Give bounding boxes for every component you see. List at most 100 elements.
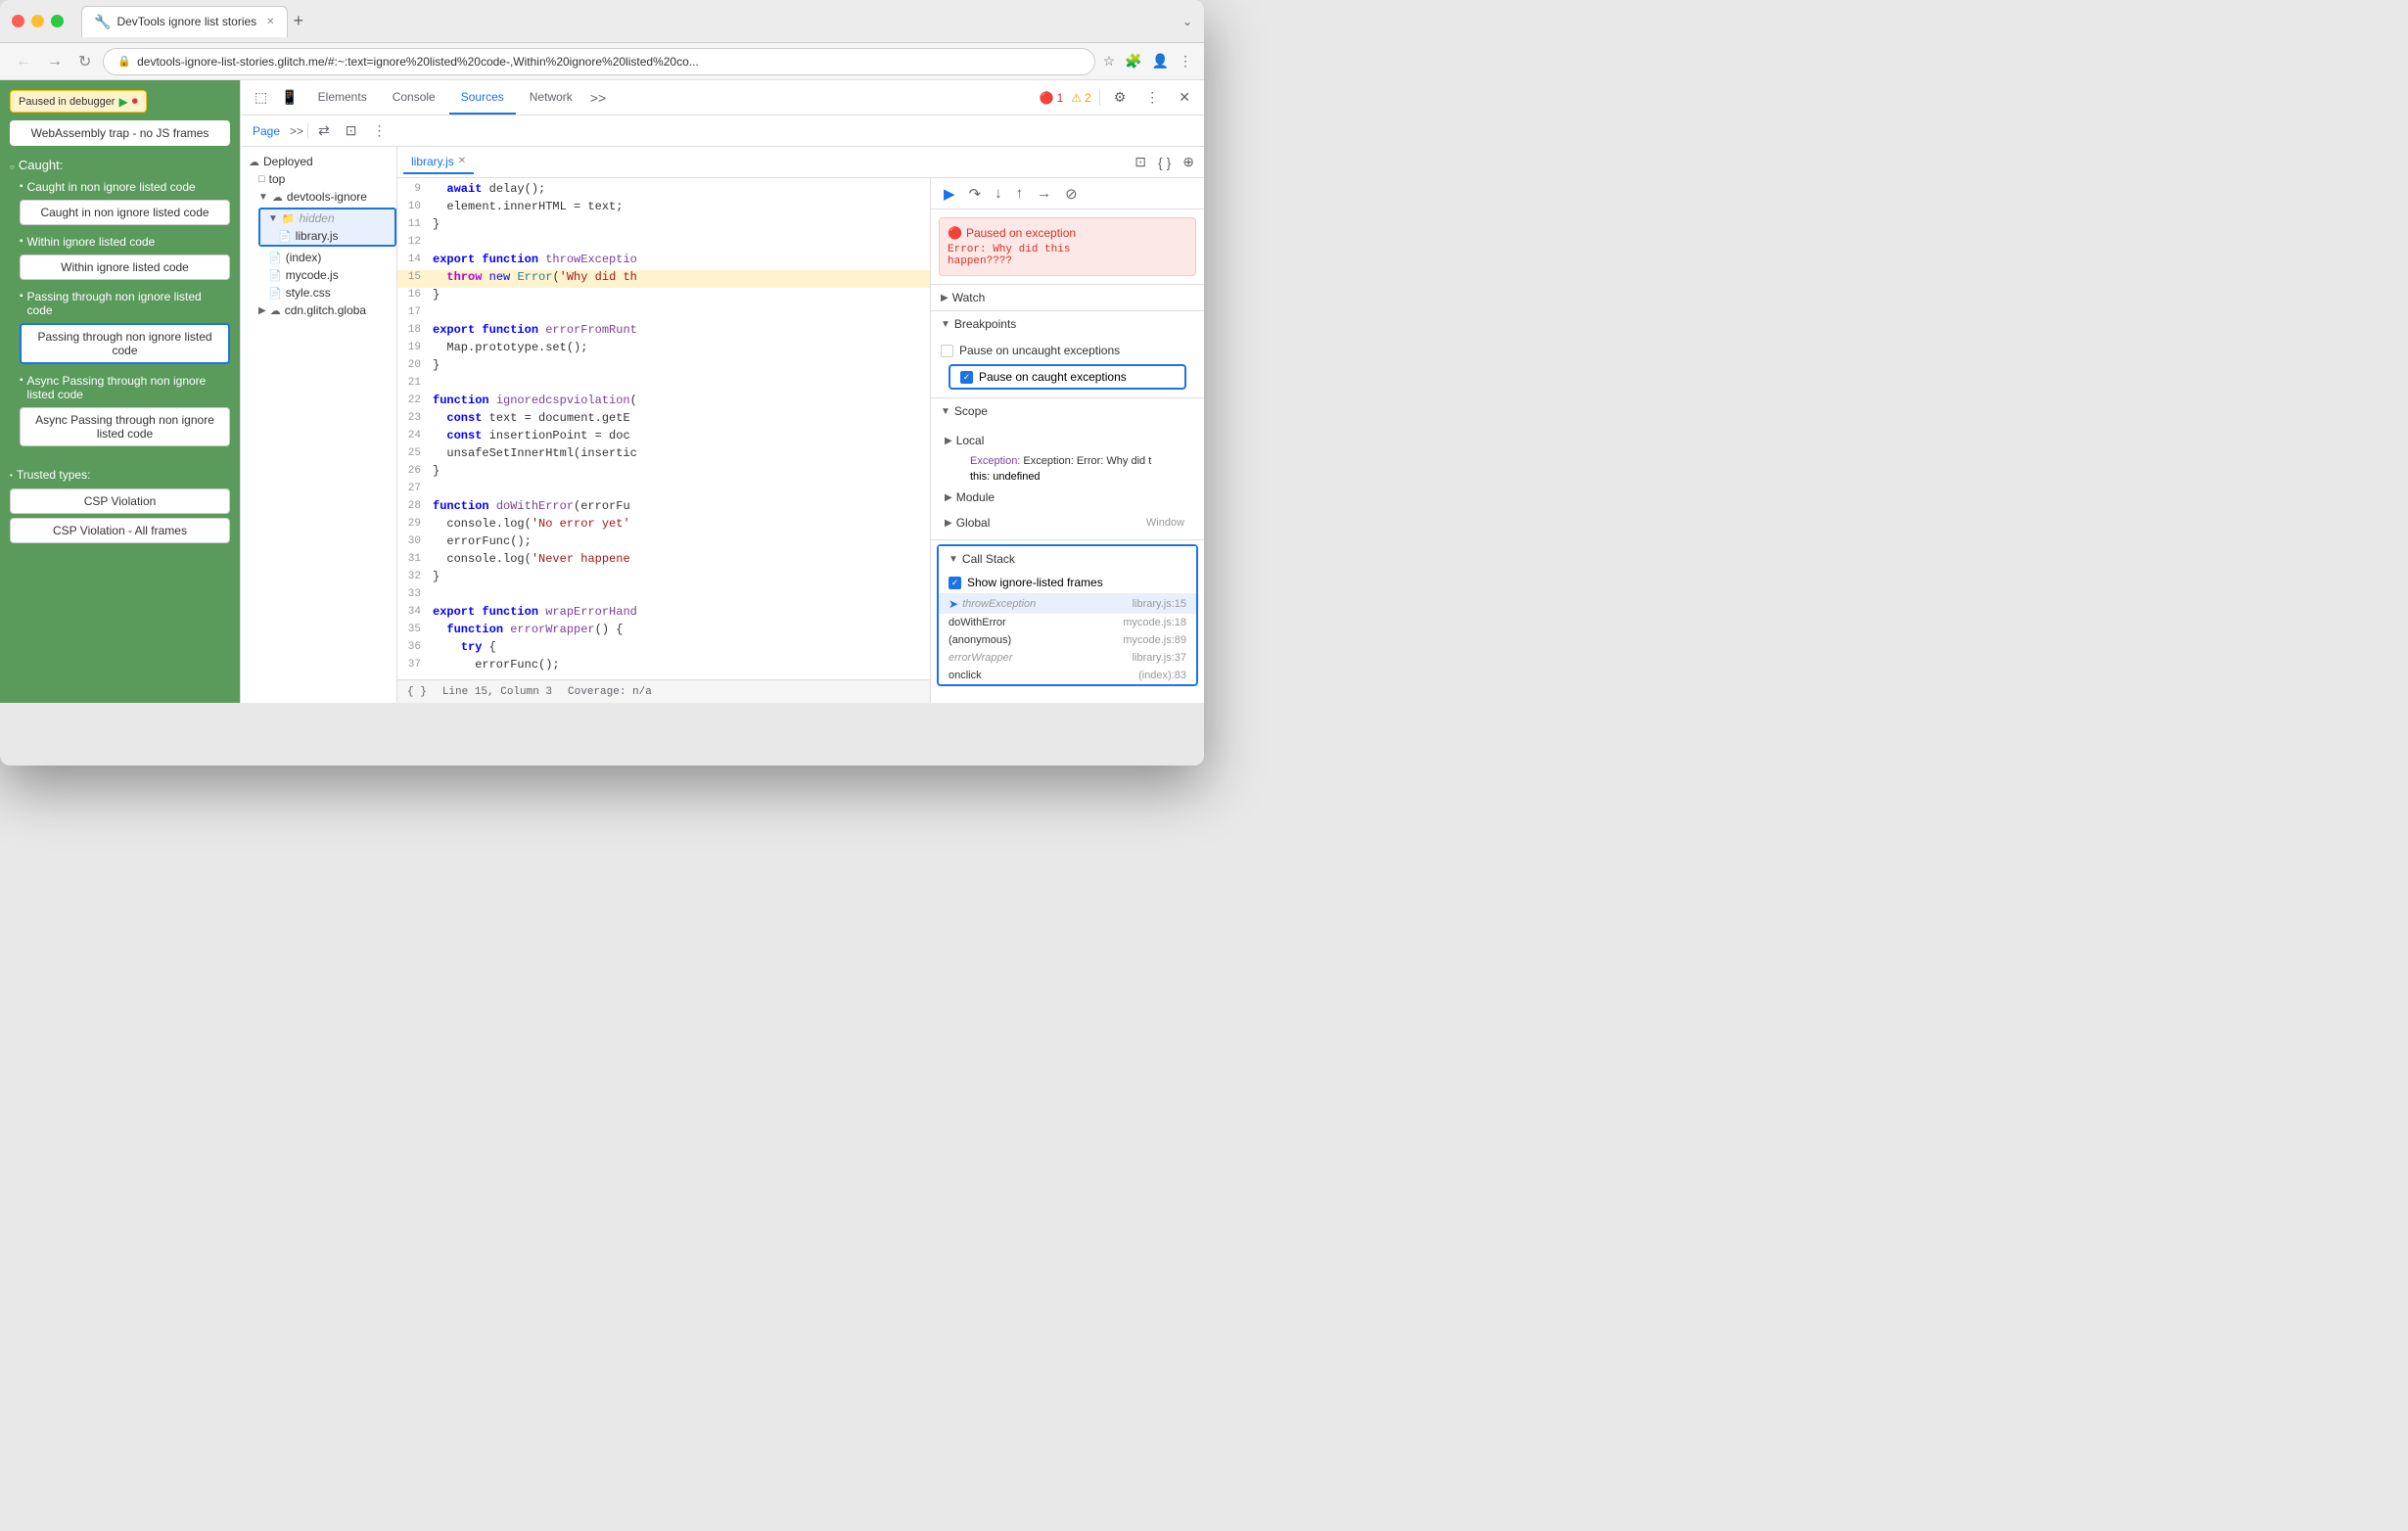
watch-header[interactable]: ▶ Watch [931,285,1204,310]
file-tree-devtools[interactable]: ▼ ☁ devtools-ignore [241,188,396,206]
page-nav-btn[interactable]: Page [247,121,286,141]
code-line-24: 24 const insertionPoint = doc [397,429,930,446]
back-button[interactable]: ← [12,51,35,72]
step-over-btn[interactable]: ↷ [964,182,987,206]
browser-tab[interactable]: 🔧 DevTools ignore list stories ✕ [81,6,288,37]
forward-button[interactable]: → [43,51,67,72]
device-toolbar-btn[interactable]: 📱 [275,85,303,110]
minimize-button[interactable] [31,15,44,27]
scope-header[interactable]: ▼ Scope [931,398,1204,424]
file-tab-close-icon[interactable]: ✕ [458,156,466,166]
code-line-12: 12 [397,235,930,253]
breakpoints-expand-icon: ▼ [941,319,950,330]
code-line-14: 14 export function throwExceptio [397,253,930,270]
format-btn[interactable]: { } [1154,153,1175,172]
settings-btn[interactable]: ⚙ [1108,85,1133,110]
scope-content: ▶ Local Exception: Exception: Error: Why… [931,424,1204,539]
tab-elements[interactable]: Elements [306,80,379,115]
folder-icon-top: □ [258,173,265,185]
sources-settings-btn[interactable]: ⊕ [1179,152,1198,172]
pause-caught-checkbox[interactable]: ✓ [960,371,973,384]
module-scope-header[interactable]: ▶ Module [941,485,1194,510]
file-tree-top[interactable]: □ top [241,170,396,188]
extensions-icon[interactable]: 🧩 [1125,53,1141,70]
step-btn[interactable]: → [1032,182,1056,205]
callstack-header[interactable]: ▼ Call Stack [939,546,1196,572]
trusted-btn-2[interactable]: CSP Violation - All frames [10,518,230,543]
global-value: Window [1146,517,1184,529]
panel-layout-btn[interactable]: ⊡ [340,119,363,142]
main-content: Paused in debugger ▶ ⏺ WebAssembly trap … [0,80,1204,703]
file-tree-mycode[interactable]: 📄 mycode.js [241,266,396,284]
caught-btn-1[interactable]: Caught in non ignore listed code [20,200,230,225]
tab-bar: 🔧 DevTools ignore list stories ✕ + ⌄ [81,6,1192,37]
file-tree-library[interactable]: 📄 library.js [260,227,394,245]
show-ignored-checkbox[interactable]: ✓ [949,577,961,589]
exception-val: Exception: Error: Why did t [1023,455,1151,467]
profile-icon[interactable]: 👤 [1152,53,1169,70]
maximize-button[interactable] [51,15,64,27]
breakpoints-header[interactable]: ▼ Breakpoints [931,311,1204,337]
show-ignored-label: Show ignore-listed frames [967,576,1103,589]
code-lines: 9 await delay(); 10 element.innerHTML = … [397,178,930,679]
traffic-lights [12,15,64,27]
file-tree-index[interactable]: 📄 (index) [241,249,396,266]
left-panel: Paused in debugger ▶ ⏺ WebAssembly trap … [0,80,240,703]
tab-favicon: 🔧 [94,14,111,30]
tab-chevron-icon[interactable]: ⌄ [1182,15,1192,28]
frame-name-3: errorWrapper [949,652,1012,664]
record-icon[interactable]: ⏺ [132,94,138,109]
new-tab-button[interactable]: + [294,11,304,31]
code-line-20: 20 } [397,358,930,376]
toggle-sidebar-btn[interactable]: ⊡ [1131,152,1150,172]
trusted-btn-1[interactable]: CSP Violation [10,488,230,514]
close-button[interactable] [12,15,24,27]
more-options-btn[interactable]: ⋮ [1139,85,1165,110]
bookmark-icon[interactable]: ☆ [1103,53,1116,70]
sources-inner: ☁ Deployed □ top ▼ ☁ devtools-ignore [241,147,1204,703]
step-into-btn[interactable]: ↓ [990,182,1007,205]
panel-nav-more[interactable]: >> [290,124,303,138]
global-scope-header[interactable]: ▶ Global Window [941,510,1194,535]
callstack-frame-4[interactable]: onclick (index):83 [939,667,1196,684]
callstack-frame-3[interactable]: errorWrapper library.js:37 [939,649,1196,667]
file-tree-cdn[interactable]: ▶ ☁ cdn.glitch.globa [241,302,396,319]
sync-btn[interactable]: ⇄ [312,119,336,142]
code-line-19: 19 Map.prototype.set(); [397,341,930,358]
frame-location-4: (index):83 [1138,670,1186,681]
caught-btn-2[interactable]: Within ignore listed code [20,255,230,280]
format-btn-footer[interactable]: { } [407,686,427,698]
more-tabs-icon[interactable]: >> [590,90,606,106]
caught-btn-4[interactable]: Async Passing through non ignore listed … [20,407,230,446]
step-out-btn[interactable]: ↑ [1011,182,1029,205]
menu-icon[interactable]: ⋮ [1179,53,1192,70]
local-scope-header[interactable]: ▶ Local [941,428,1194,453]
close-devtools-btn[interactable]: ✕ [1173,85,1196,110]
callstack-frame-2[interactable]: (anonymous) mycode.js:89 [939,631,1196,649]
reload-button[interactable]: ↻ [74,50,95,73]
tab-sources[interactable]: Sources [449,80,516,115]
tab-console[interactable]: Console [381,80,447,115]
file-tab-library[interactable]: library.js ✕ [403,151,474,174]
warn-count: 2 [1085,91,1091,105]
deactivate-btn[interactable]: ⊘ [1060,182,1083,206]
callstack-frame-1[interactable]: doWithError mycode.js:18 [939,614,1196,631]
callstack-frame-0[interactable]: ➤ throwException library.js:15 [939,594,1196,614]
file-tree-hidden[interactable]: ▼ 📁 hidden [260,209,394,227]
tab-network[interactable]: Network [518,80,584,115]
resume-btn[interactable]: ▶ [939,182,960,206]
add-source-btn[interactable]: ⋮ [367,119,393,142]
expand-icon-2: ▼ [268,213,278,224]
caught-btn-3[interactable]: Passing through non ignore listed code [20,323,230,364]
file-tree-deployed[interactable]: ☁ Deployed [241,153,396,170]
pause-uncaught-checkbox[interactable] [941,345,953,357]
play-icon[interactable]: ▶ [118,95,127,109]
inspect-element-btn[interactable]: ⬚ [249,85,273,110]
url-input[interactable]: 🔒 devtools-ignore-list-stories.glitch.me… [103,48,1094,75]
file-nav-right: ⊡ { } ⊕ [1131,152,1198,172]
error-icon: 🔴 [1040,91,1054,105]
tab-close-icon[interactable]: ✕ [266,17,274,27]
pause-uncaught-item: Pause on uncaught exceptions [941,341,1194,360]
local-exception-item: Exception: Exception: Error: Why did t [956,453,1194,469]
file-tree-style[interactable]: 📄 style.css [241,284,396,302]
